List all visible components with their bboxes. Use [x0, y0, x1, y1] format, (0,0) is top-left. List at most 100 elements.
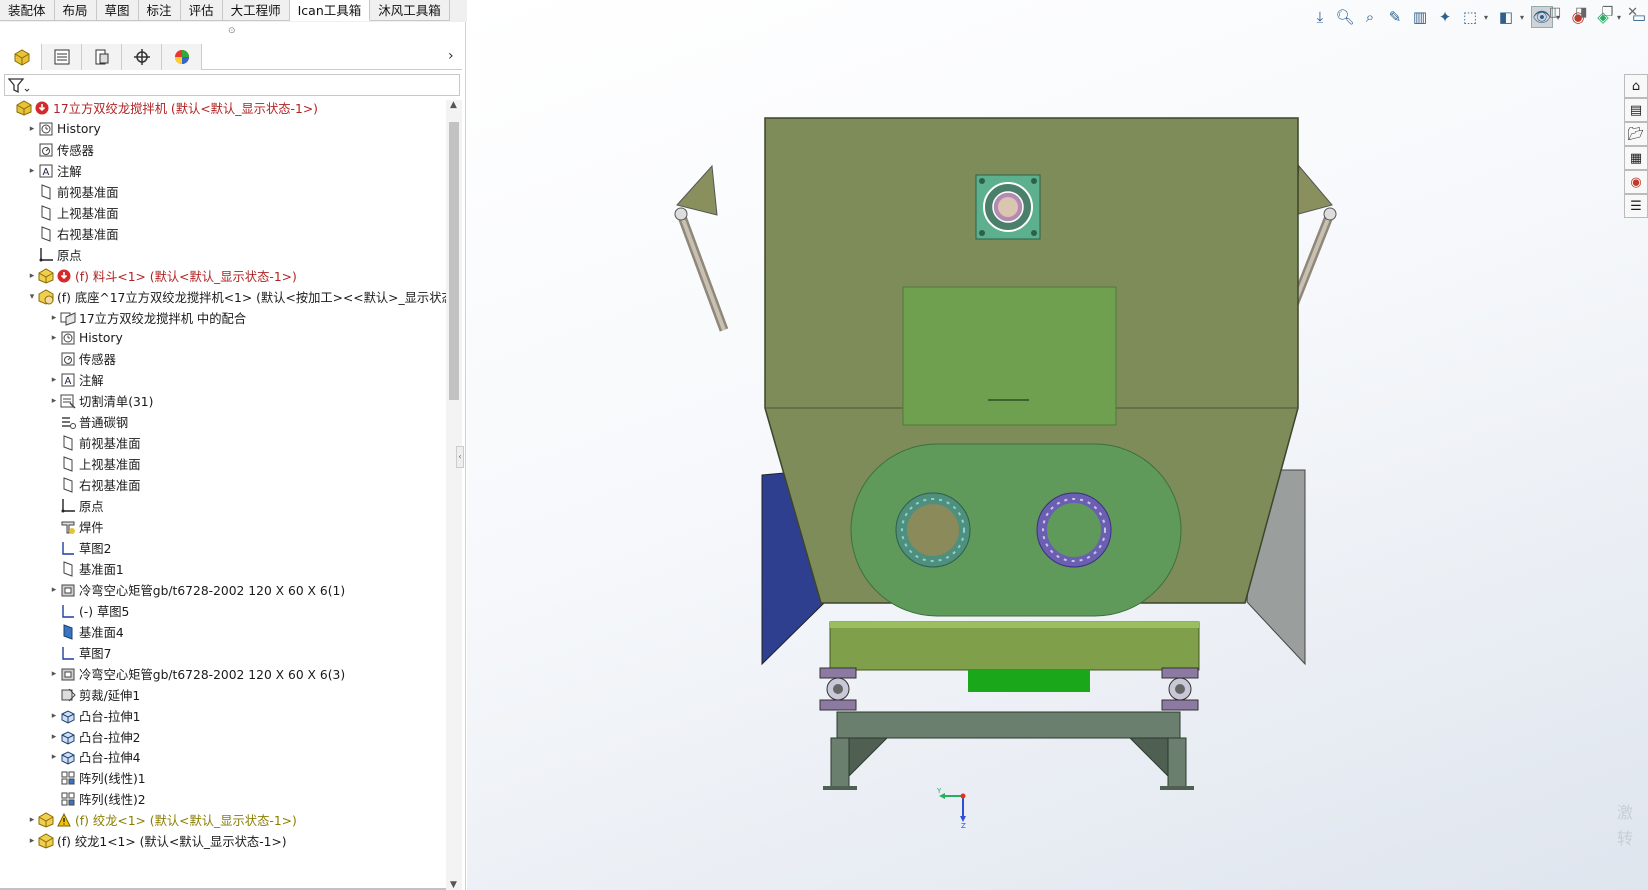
tree-item[interactable]: 上视基准面 [48, 453, 141, 475]
tree-item-label: 阵列(线性)2 [79, 793, 146, 808]
tree-item[interactable]: 原点 [48, 495, 104, 517]
tree-item[interactable]: ▸ A 注解 [48, 369, 104, 391]
tree-item[interactable]: ▸ A 注解 [26, 160, 82, 182]
tree-item[interactable]: 前视基准面 [26, 181, 119, 203]
tree-item[interactable]: ▸ 凸台-拉伸4 [48, 746, 141, 768]
discharge-box [829, 621, 1200, 671]
command-tab[interactable]: 沐风工具箱 [370, 0, 450, 21]
tree-item[interactable]: 剪裁/延伸1 [48, 684, 140, 706]
command-tab[interactable]: 草图 [96, 0, 139, 21]
custom-properties-icon[interactable]: ☰ [1624, 194, 1648, 218]
dimxpert-manager-tab[interactable] [122, 44, 162, 70]
scrollbar-thumb[interactable] [449, 122, 459, 400]
command-tab[interactable]: 布局 [54, 0, 97, 21]
tree-expander-icon[interactable]: ▸ [26, 166, 38, 176]
tree-item[interactable]: 阵列(线性)1 [48, 767, 146, 789]
part-icon [38, 833, 54, 849]
tree-expander-icon[interactable]: ▸ [48, 396, 60, 406]
panel-splitter-handle[interactable]: ‹ [456, 446, 464, 468]
tree-item[interactable]: 基准面4 [48, 621, 124, 643]
tree-item[interactable]: ▸ 切割清单(31) [48, 390, 153, 412]
command-tab[interactable]: 评估 [180, 0, 223, 21]
tree-item[interactable]: 上视基准面 [26, 202, 119, 224]
tree-item[interactable]: ▸ 冷弯空心矩管gb/t6728-2002 120 X 60 X 6(3) [48, 663, 345, 685]
tree-item[interactable]: (-) 草图5 [48, 600, 129, 622]
tree-item[interactable]: 原点 [26, 244, 82, 266]
structural-member-icon [60, 582, 76, 598]
mates-icon [60, 310, 76, 326]
structural-member-icon [60, 666, 76, 682]
tree-expander-icon[interactable]: ▸ [26, 836, 38, 846]
panel-expand-arrow-icon[interactable]: › [448, 48, 454, 64]
feature-manager-panel: ⊙ › 17立方双绞龙搅拌机 (默认<默认_显示状态-1>) ▸ History 传感… [0, 22, 466, 890]
tree-item[interactable]: ▸ 凸台-拉伸1 [48, 705, 141, 727]
scroll-up-arrow-icon[interactable]: ▲ [450, 100, 457, 110]
tree-expander-icon[interactable]: ▸ [48, 711, 60, 721]
triad-y-label: Y [937, 788, 942, 795]
plane-icon [60, 456, 76, 472]
tree-item[interactable]: ▸ History [48, 327, 123, 349]
tree-item[interactable]: 草图7 [48, 642, 111, 664]
sketch-icon [60, 540, 76, 556]
tree-item[interactable]: ▸ (f) 料斗<1> (默认<默认_显示状态-1>) [26, 265, 297, 287]
command-tab[interactable]: 标注 [138, 0, 181, 21]
mixer-model-front-view[interactable] [467, 0, 1648, 890]
tree-item[interactable]: ▸ 凸台-拉伸2 [48, 726, 141, 748]
tree-item[interactable]: 17立方双绞龙搅拌机 (默认<默认_显示状态-1>) [4, 97, 318, 119]
tree-item[interactable]: 前视基准面 [48, 432, 141, 454]
tree-expander-icon[interactable]: ▸ [26, 124, 38, 134]
file-explorer-icon[interactable]: 📂︎ [1624, 122, 1648, 146]
assembly-icon [16, 100, 32, 116]
reference-triad: Y Z [937, 788, 966, 828]
tree-item[interactable]: 传感器 [48, 348, 116, 370]
design-library-icon[interactable]: ▤ [1624, 98, 1648, 122]
tree-expander-icon[interactable]: ▸ [26, 271, 38, 281]
tree-expander-icon[interactable]: ▸ [48, 585, 60, 595]
command-tab[interactable]: 装配体 [0, 0, 55, 21]
command-tab[interactable]: Ican工具箱 [289, 0, 371, 21]
trim-extend-icon [60, 687, 76, 703]
svg-text:A: A [43, 167, 50, 178]
tree-item[interactable]: ▸ (f) 绞龙1<1> (默认<默认_显示状态-1>) [26, 830, 287, 852]
plane-icon [60, 477, 76, 493]
tree-item[interactable]: ▾ (f) 底座^17立方双绞龙搅拌机<1> (默认<按加工><<默认>_显示状态… [26, 286, 446, 308]
solidworks-resources-icon[interactable]: ⌂ [1624, 74, 1648, 98]
scroll-down-arrow-icon[interactable]: ▼ [450, 880, 457, 890]
tree-expander-icon[interactable]: ▸ [48, 669, 60, 679]
tree-vertical-scrollbar[interactable]: ▲ ▼ [446, 100, 462, 890]
tree-item[interactable]: 传感器 [26, 139, 94, 161]
tree-expander-icon[interactable]: ▾ [26, 292, 38, 302]
tree-item[interactable]: 右视基准面 [48, 474, 141, 496]
error-red-icon [35, 101, 49, 115]
appearances-icon[interactable]: ◉ [1624, 170, 1648, 194]
display-manager-tab[interactable] [162, 44, 202, 70]
panel-grip[interactable]: ⊙ [228, 26, 236, 36]
history-icon [60, 330, 76, 346]
feature-filter-input[interactable] [4, 74, 460, 96]
feature-tree-tab[interactable] [2, 44, 42, 70]
graphics-viewport[interactable]: ⤓ 🔍︎ ⌕ ✎ ▥ ✦ ⬚▾ ◧▾ 👁︎▾ ◉ ◈▾ ▭▾ ◫ ◨ ❐ ✕ [467, 0, 1648, 890]
tree-item[interactable]: 焊件 [48, 516, 104, 538]
tree-expander-icon[interactable]: ▸ [48, 752, 60, 762]
tree-item[interactable]: ▸ 17立方双绞龙搅拌机 中的配合 [48, 307, 246, 329]
view-palette-icon[interactable]: ▦ [1624, 146, 1648, 170]
command-tab[interactable]: 大工程师 [222, 0, 290, 21]
tree-expander-icon[interactable]: ▸ [48, 732, 60, 742]
tree-item[interactable]: 右视基准面 [26, 223, 119, 245]
tree-item-label: 右视基准面 [79, 479, 141, 494]
tree-item[interactable]: 草图2 [48, 537, 111, 559]
tree-item[interactable]: ▸ (f) 绞龙<1> (默认<默认_显示状态-1>) [26, 809, 297, 831]
tree-expander-icon[interactable]: ▸ [48, 333, 60, 343]
tree-expander-icon[interactable]: ▸ [48, 375, 60, 385]
tree-item[interactable]: ▸ History [26, 118, 101, 140]
command-manager-tabs: 装配体 布局 草图 标注 评估 大工程师 Ican工具箱 沐风工具箱 [0, 0, 510, 22]
tree-item[interactable]: 阵列(线性)2 [48, 788, 146, 810]
cutlist-icon [60, 393, 76, 409]
tree-item[interactable]: ▸ 冷弯空心矩管gb/t6728-2002 120 X 60 X 6(1) [48, 579, 345, 601]
tree-expander-icon[interactable]: ▸ [48, 313, 60, 323]
configuration-manager-tab[interactable] [82, 44, 122, 70]
tree-expander-icon[interactable]: ▸ [26, 815, 38, 825]
tree-item[interactable]: 基准面1 [48, 558, 124, 580]
property-manager-tab[interactable] [42, 44, 82, 70]
tree-item[interactable]: 普通碳钢 [48, 411, 128, 433]
